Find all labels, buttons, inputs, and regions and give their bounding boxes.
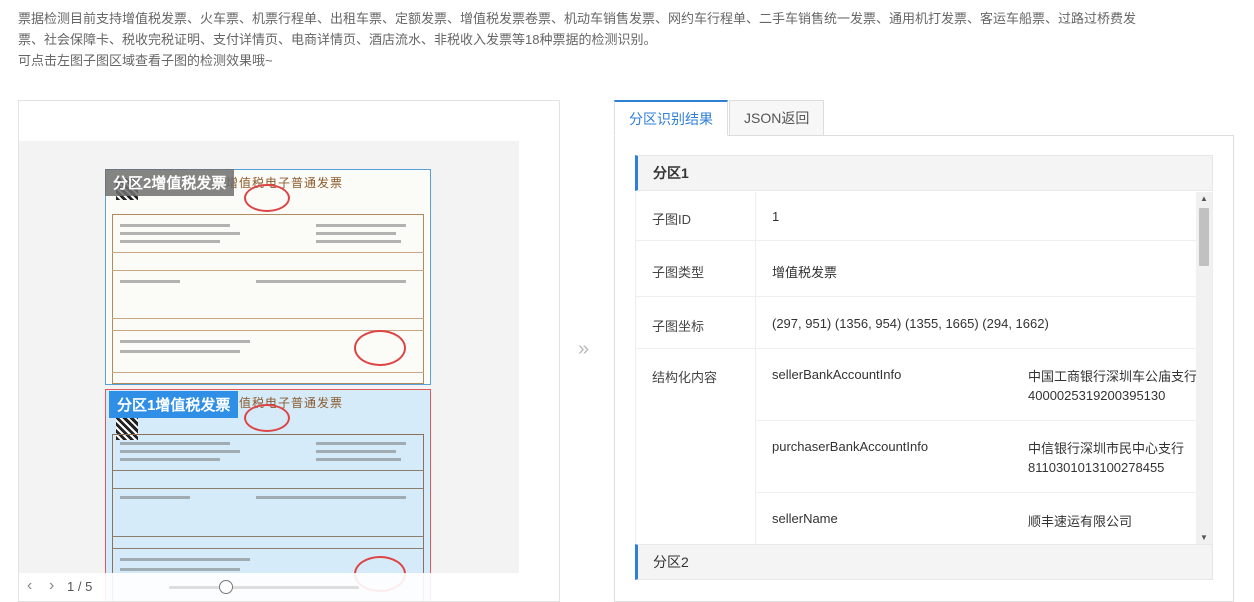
description: 票据检测目前支持增值税发票、火车票、机票行程单、出租车票、定额发票、增值税发票卷… — [18, 8, 1238, 71]
scrollbar-thumb[interactable] — [1199, 208, 1209, 266]
row-value: (297, 951) (1356, 954) (1355, 1665) (294… — [755, 296, 1198, 349]
result-body: 分区1 子图ID 1 子图类型 增值税发票 子图坐标 (297, 951) (1… — [614, 136, 1234, 602]
viewer-controls: ‹ › 1 / 5 — [19, 573, 519, 601]
result-tabs: 分区识别结果 JSON返回 — [614, 100, 1234, 136]
region-1-tag[interactable]: 分区1增值税发票 — [109, 391, 239, 418]
results-scrollbar[interactable]: ▲ ▼ — [1196, 192, 1212, 544]
section-1-header[interactable]: 分区1 — [635, 155, 1213, 191]
row-key: 结构化内容 — [636, 348, 756, 544]
tab-region-results[interactable]: 分区识别结果 — [614, 100, 728, 136]
invoice-region-1[interactable]: 增值税电子普通发票 — [105, 389, 431, 601]
next-page-icon[interactable]: › — [49, 577, 54, 595]
description-line-1: 票据检测目前支持增值税发票、火车票、机票行程单、出租车票、定额发票、增值税发票卷… — [18, 11, 1137, 26]
description-line-2: 票、社会保障卡、税收完税证明、支付详情页、电商详情页、酒店流水、非税收入发票等1… — [18, 32, 657, 47]
row-key: 子图坐标 — [636, 296, 756, 349]
section-2-header[interactable]: 分区2 — [635, 544, 1213, 580]
field-name: sellerName — [756, 492, 1028, 544]
row-value: 增值税发票 — [755, 240, 1198, 297]
page-indicator: 1 / 5 — [67, 579, 93, 594]
field-value: 顺丰速运有限公司 — [1028, 492, 1198, 544]
row-key: 子图ID — [636, 192, 756, 241]
image-stage: 增值税电子普通发票 增值税电子普通发票 分区2增值税发票 分区1增值税发票 — [19, 141, 519, 601]
tab-json-response[interactable]: JSON返回 — [729, 100, 825, 136]
region-2-tag[interactable]: 分区2增值税发票 — [105, 169, 235, 196]
field-name: purchaserBankAccountInfo — [756, 420, 1028, 493]
row-value: 1 — [755, 192, 1198, 241]
row-key: 子图类型 — [636, 240, 756, 297]
prev-page-icon[interactable]: ‹ — [27, 577, 32, 595]
field-value: 中信银行深圳市民中心支行 8110301013100278455 — [1028, 420, 1198, 493]
scroll-up-icon[interactable]: ▲ — [1200, 194, 1208, 203]
field-name: sellerBankAccountInfo — [756, 348, 1028, 421]
invoice-region-2[interactable]: 增值税电子普通发票 — [105, 169, 431, 385]
zoom-slider-handle[interactable] — [219, 580, 233, 594]
seal-stamp — [244, 184, 290, 212]
section-1-table: 子图ID 1 子图类型 增值税发票 子图坐标 (297, 951) (1356,… — [635, 192, 1213, 544]
seller-seal — [354, 330, 406, 366]
scroll-down-icon[interactable]: ▼ — [1200, 533, 1208, 542]
zoom-slider-track[interactable] — [169, 586, 359, 589]
image-viewer: 增值税电子普通发票 增值税电子普通发票 分区2增值税发票 分区1增值税发票 ‹ … — [18, 100, 560, 602]
field-value: 中国工商银行深圳车公庙支行 4000025319200395130 — [1028, 348, 1198, 421]
result-panel: 分区识别结果 JSON返回 分区1 子图ID 1 子图类型 增值税发票 子图坐标… — [614, 100, 1234, 602]
seal-stamp — [244, 404, 290, 432]
description-line-3: 可点击左图子图区域查看子图的检测效果哦~ — [18, 53, 273, 68]
double-chevron-right-icon: » — [578, 338, 590, 360]
